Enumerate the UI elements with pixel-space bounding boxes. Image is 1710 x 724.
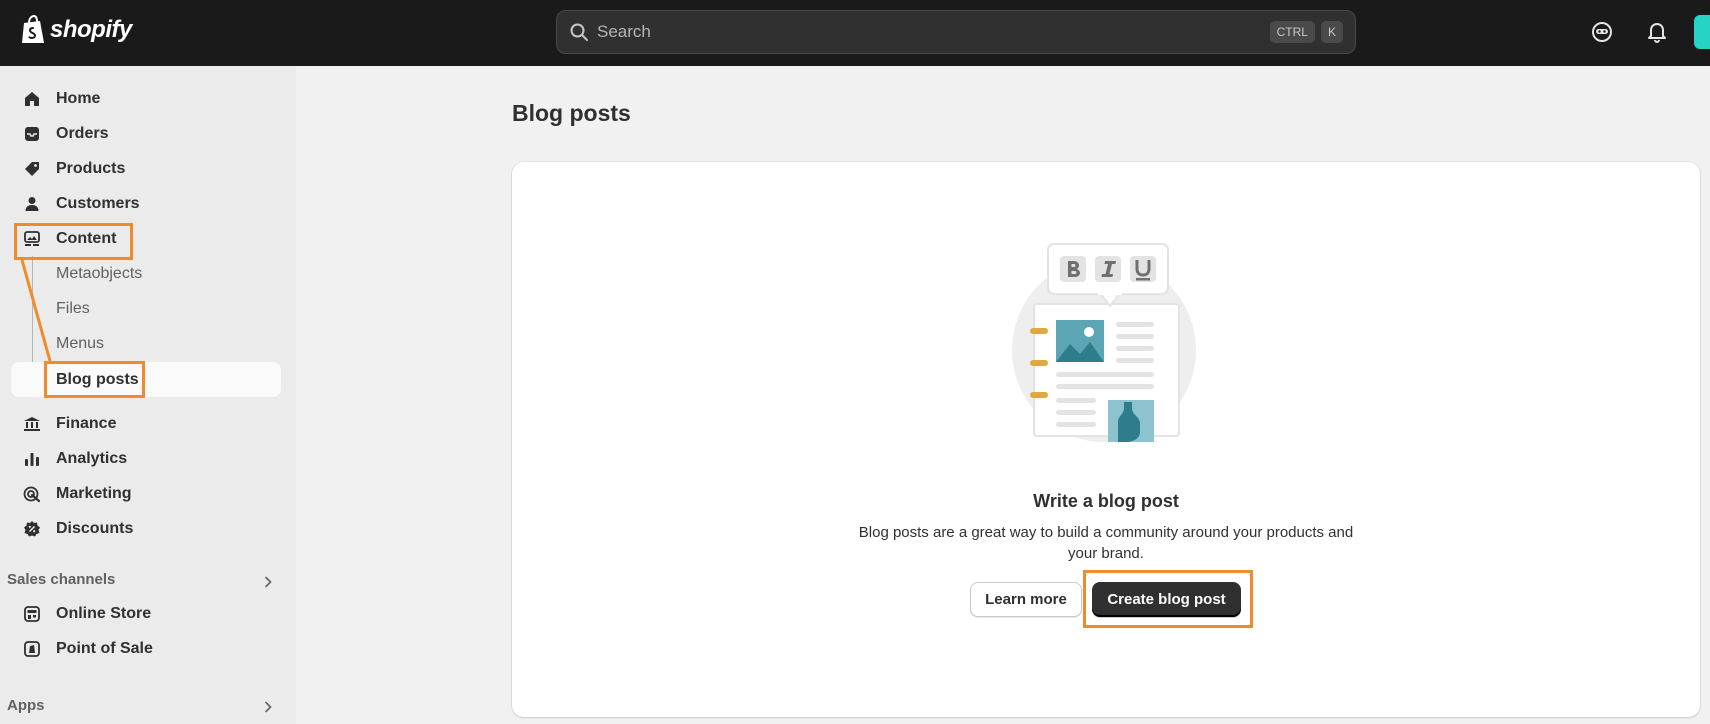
person-icon [22, 194, 42, 214]
top-bar: shopify Search CTRL K [0, 0, 1710, 66]
sidebar-item-analytics[interactable]: Analytics [22, 444, 127, 474]
sidebar-item-label: Menus [56, 335, 105, 352]
sidebar-item-finance[interactable]: Finance [22, 409, 116, 439]
sidebar-item-online-store[interactable]: Online Store [22, 599, 151, 629]
tag-icon [22, 159, 42, 179]
empty-state-description: Blog posts are a great way to build a co… [858, 524, 1354, 562]
bank-icon [22, 414, 42, 434]
search-icon [570, 23, 588, 41]
sidebar-subitem-metaobjects[interactable]: Metaobjects [56, 259, 142, 289]
highlight-blog-posts [44, 361, 145, 398]
sidebar-item-orders[interactable]: Orders [22, 119, 108, 149]
bell-icon[interactable] [1645, 20, 1669, 44]
shopify-logo[interactable]: shopify [20, 15, 132, 45]
learn-more-button[interactable]: Learn more [970, 582, 1082, 617]
apps-heading[interactable]: Apps [7, 694, 45, 716]
store-icon [22, 604, 42, 624]
shopify-bag-icon [22, 15, 44, 43]
search-placeholder: Search [597, 22, 651, 41]
chevron-right-icon[interactable] [262, 701, 274, 713]
sidebar-item-discounts[interactable]: Discounts [22, 514, 133, 544]
sidebar-item-marketing[interactable]: Marketing [22, 479, 132, 509]
sidebar-item-label: Orders [56, 125, 109, 142]
highlight-create-blog-post [1083, 570, 1253, 628]
chevron-right-icon[interactable] [262, 576, 274, 588]
sidebar-item-label: Metaobjects [56, 265, 143, 282]
sidebar-item-products[interactable]: Products [22, 154, 125, 184]
sidebar-item-label: Files [56, 300, 90, 317]
bar-chart-icon [22, 449, 42, 469]
sidebar-item-label: Marketing [56, 485, 132, 502]
shortcut-ctrl-key: CTRL [1269, 21, 1315, 43]
sidebar-item-home[interactable]: Home [22, 84, 100, 114]
shortcut-k-key: K [1320, 21, 1343, 43]
sidebar-item-label: Discounts [56, 520, 134, 537]
sidebar-subitem-menus[interactable]: Menus [56, 329, 104, 359]
sidebar-item-label: Products [56, 160, 126, 177]
target-icon [22, 484, 42, 504]
sales-channels-heading[interactable]: Sales channels [7, 568, 115, 590]
sidebar-item-label: Finance [56, 415, 117, 432]
discount-icon [22, 519, 42, 539]
highlight-content [14, 223, 133, 260]
empty-state-title: Write a blog post [1033, 491, 1179, 511]
sidebar-subitem-files[interactable]: Files [56, 294, 90, 324]
sidekick-icon[interactable] [1590, 20, 1614, 44]
home-icon [22, 89, 42, 109]
sidebar-item-label: Point of Sale [56, 640, 153, 657]
sidebar-item-label: Online Store [56, 605, 152, 622]
blog-post-illustration-icon [1012, 243, 1196, 442]
logo-text: shopify [50, 16, 132, 43]
pos-icon [22, 639, 42, 659]
sidebar-item-label: Home [56, 90, 101, 107]
sidebar-item-label: Analytics [56, 450, 128, 467]
sidebar-item-point-of-sale[interactable]: Point of Sale [22, 634, 153, 664]
page-title: Blog posts [512, 100, 631, 126]
search-bar[interactable]: Search CTRL K [556, 10, 1356, 54]
store-avatar[interactable] [1694, 15, 1710, 49]
orders-icon [22, 124, 42, 144]
sidebar-item-customers[interactable]: Customers [22, 189, 140, 219]
sidebar-item-label: Customers [56, 195, 140, 212]
